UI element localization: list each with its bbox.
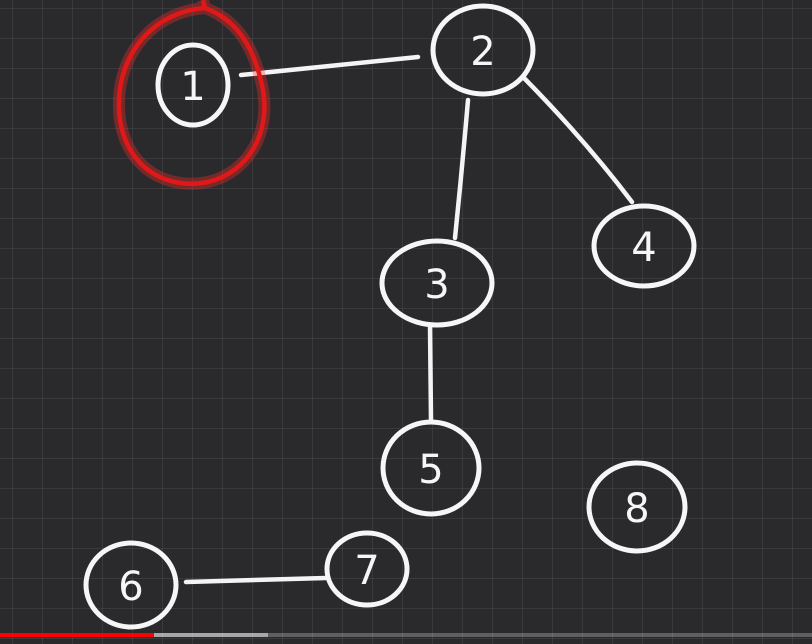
node-5-label: 5 bbox=[418, 447, 443, 493]
node-7-label: 7 bbox=[354, 548, 379, 594]
node-3: 3 bbox=[379, 238, 495, 328]
graph-diagram: 1 2 3 4 5 6 7 8 bbox=[83, 0, 697, 630]
node-4-label: 4 bbox=[631, 225, 656, 271]
node-3-label: 3 bbox=[424, 262, 449, 308]
nodes-layer: 1 2 3 4 5 6 7 8 bbox=[83, 3, 697, 630]
node-8: 8 bbox=[586, 460, 688, 554]
node-6-label: 6 bbox=[118, 564, 143, 610]
node-2-label: 2 bbox=[470, 29, 495, 75]
edge-6-7 bbox=[183, 575, 329, 585]
node-1-label: 1 bbox=[180, 64, 205, 110]
node-5: 5 bbox=[380, 419, 482, 517]
node-7: 7 bbox=[324, 530, 410, 608]
node-2: 2 bbox=[430, 3, 536, 97]
edge-1-2 bbox=[238, 54, 421, 78]
video-progress-fill bbox=[0, 633, 155, 637]
edge-2-4 bbox=[521, 75, 635, 205]
node-8-label: 8 bbox=[624, 486, 649, 532]
edge-2-3 bbox=[452, 97, 471, 241]
chalkboard-canvas: 1 2 3 4 5 6 7 8 bbox=[0, 0, 812, 644]
node-4: 4 bbox=[591, 203, 697, 289]
node-1: 1 bbox=[155, 42, 231, 128]
video-progress-bar[interactable] bbox=[0, 633, 812, 637]
node-6: 6 bbox=[83, 540, 179, 630]
edge-3-5 bbox=[427, 322, 434, 423]
